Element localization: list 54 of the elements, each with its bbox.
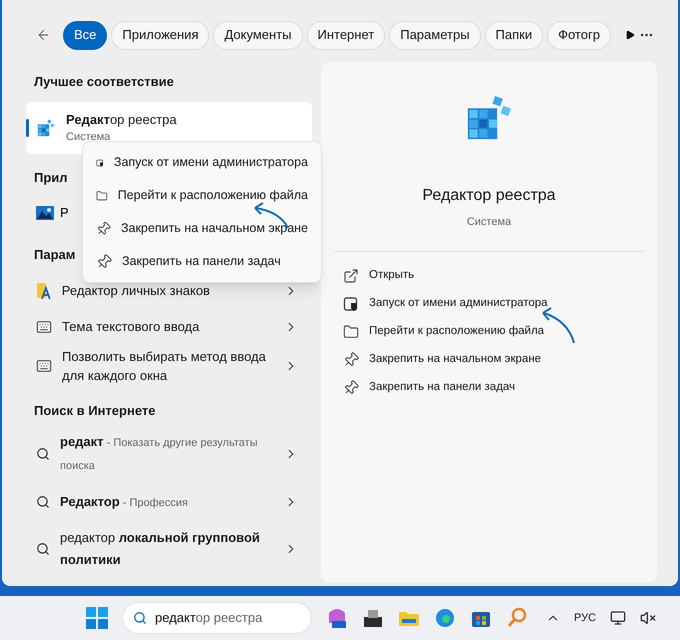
search-icon [36, 542, 50, 556]
result-title: Редактор реестра [66, 110, 177, 129]
settings-result-item[interactable]: Позволить выбирать метод ввода для каждого окна [26, 344, 312, 386]
web-result-item[interactable]: редакт - Показать другие результаты поиска [26, 428, 312, 480]
picture-app-icon [36, 205, 54, 221]
search-icon [36, 495, 50, 509]
result-title: редактор локальной групповой политики [60, 529, 261, 569]
app-title: Редактор реестра [422, 186, 556, 206]
action-item[interactable]: Закрепить на панели задач [343, 374, 635, 402]
result-title: Тема текстового ввода [62, 318, 200, 336]
shield-window-icon [343, 296, 359, 312]
filter-tab[interactable]: Все [63, 20, 108, 50]
result-title: Позволить выбирать метод ввода для каждого окна [62, 348, 267, 384]
web-result-item[interactable]: редактор локальной групповой политики [26, 524, 312, 574]
search-icon [36, 447, 50, 461]
search-icon [133, 611, 147, 625]
context-menu-item[interactable]: Закрепить на начальном экране [83, 212, 321, 245]
scroll-right-icon[interactable] [624, 29, 635, 41]
app-subtitle: Система [466, 215, 512, 230]
section-heading: Парам [34, 246, 76, 264]
result-title: Р [60, 204, 69, 222]
web-result-item[interactable]: Редактор - Профессия [26, 480, 312, 524]
registry-cubes-icon [36, 118, 56, 138]
filter-tab[interactable]: Папки [484, 20, 544, 50]
language-indicator[interactable]: РУС [574, 610, 596, 626]
browser-icon[interactable] [434, 607, 456, 629]
font-file-icon [36, 282, 52, 300]
selection-indicator [26, 118, 29, 136]
action-item[interactable]: Перейти к расположению файла [343, 318, 635, 346]
filter-tab[interactable]: Фотогр [547, 20, 611, 50]
keyboard-icon [36, 318, 52, 334]
taskbar-search-field[interactable]: редактор реестра [122, 602, 312, 634]
filter-tab[interactable]: Приложения [111, 20, 210, 50]
result-title: редакт - Показать другие результаты поиска [60, 433, 259, 474]
speaker-muted-icon[interactable] [640, 610, 656, 626]
result-title: Редактор личных знаков [62, 282, 211, 300]
result-subtitle: Система [66, 130, 112, 145]
action-item[interactable]: Открыть [343, 262, 635, 290]
action-item[interactable]: Закрепить на начальном экране [343, 346, 635, 374]
section-heading: Прил [34, 168, 68, 187]
settings-result-item[interactable]: Тема текстового ввода [26, 308, 312, 344]
action-item[interactable]: Запуск от имени администратора [343, 290, 635, 318]
section-heading: Поиск в Интернете [34, 402, 156, 420]
network-icon[interactable] [610, 610, 626, 626]
section-heading: Лучшее соответствие [34, 73, 174, 91]
folder-icon [343, 324, 359, 340]
context-menu-item[interactable]: Перейти к расположению файла [83, 179, 321, 212]
filter-tab[interactable]: Параметры [389, 20, 481, 50]
windows-logo-icon[interactable] [86, 607, 108, 629]
filter-tab[interactable]: Документы [213, 20, 302, 50]
keyboard-icon [36, 358, 52, 374]
open-external-icon [343, 268, 359, 284]
result-title: Редактор - Профессия [60, 492, 189, 511]
filter-tab[interactable]: Интернет [306, 20, 386, 50]
